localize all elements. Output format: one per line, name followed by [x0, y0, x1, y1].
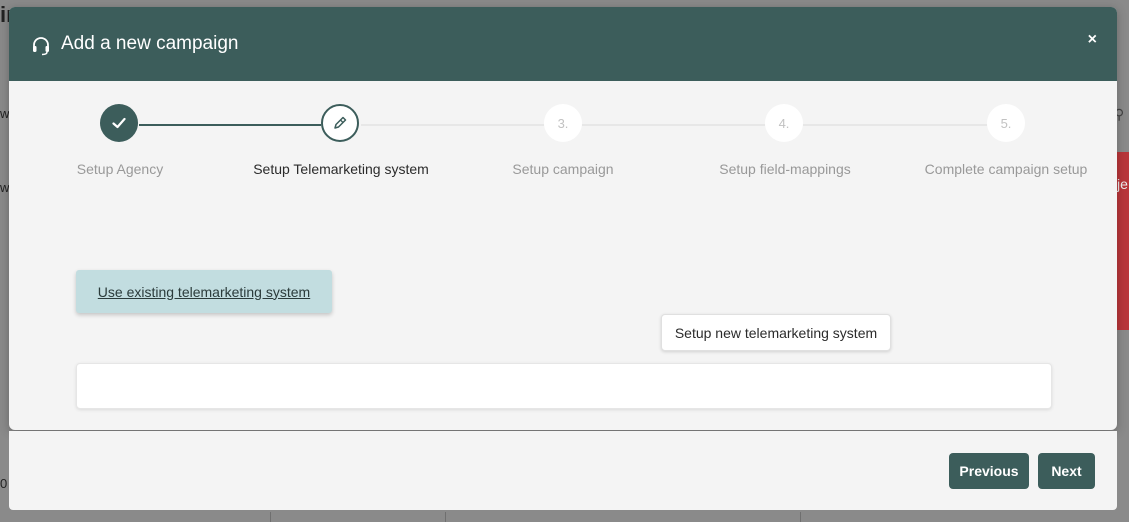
step-5-label: Complete campaign setup: [924, 161, 1088, 177]
use-existing-telemarketing-button[interactable]: Use existing telemarketing system: [76, 270, 332, 313]
background-text-fragment: w: [0, 106, 10, 121]
headset-icon: [33, 37, 49, 56]
step-1-label: Setup Agency: [76, 161, 164, 177]
wizard-stepper: 3. 4. 5. Setup Agency Setup Telemarketin…: [9, 81, 1117, 211]
previous-button[interactable]: Previous: [949, 453, 1029, 489]
step-2-label: Setup Telemarketing system: [253, 161, 429, 177]
next-button[interactable]: Next: [1038, 453, 1095, 489]
background-divider: [445, 512, 446, 522]
pen-icon: [334, 116, 347, 129]
background-text-fragment: w: [0, 180, 10, 195]
step-1-circle[interactable]: [100, 104, 138, 142]
background-text-fragment: 0: [0, 476, 8, 491]
step-3-label: Setup campaign: [512, 161, 614, 177]
step-2-circle[interactable]: [321, 104, 359, 142]
step-5-circle[interactable]: 5.: [987, 104, 1025, 142]
background-divider: [800, 512, 801, 522]
step-connector: [361, 124, 544, 126]
modal-footer: Previous Next: [9, 431, 1117, 510]
step-4-label: Setup field-mappings: [719, 161, 851, 177]
setup-new-telemarketing-button[interactable]: Setup new telemarketing system: [661, 314, 891, 351]
step-connector-completed: [139, 124, 321, 126]
close-button[interactable]: ×: [1088, 31, 1097, 49]
background-divider: [270, 512, 271, 522]
add-campaign-modal: Add a new campaign × 3. 4. 5. Setup Agen…: [9, 7, 1117, 430]
step-4-circle[interactable]: 4.: [765, 104, 803, 142]
modal-title: Add a new campaign: [61, 33, 239, 54]
step-connector: [582, 124, 765, 126]
step-connector: [803, 124, 987, 126]
check-icon: [112, 117, 126, 129]
modal-header: Add a new campaign ×: [9, 7, 1117, 81]
step-3-circle[interactable]: 3.: [544, 104, 582, 142]
background-text-fragment: je: [1117, 176, 1128, 192]
telemarketing-content-panel: [76, 363, 1052, 409]
